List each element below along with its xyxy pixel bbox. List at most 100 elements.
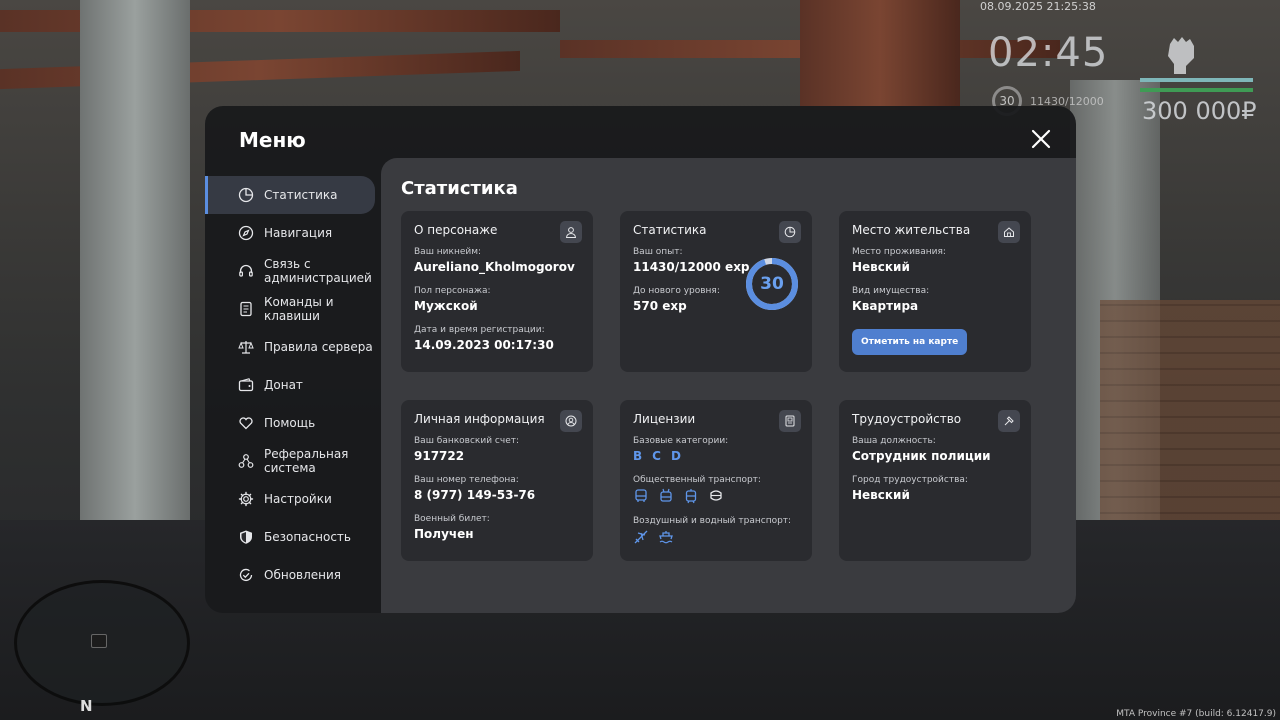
card-title: Статистика: [633, 223, 707, 237]
hud-money: 300 000₽: [1142, 97, 1257, 125]
sidebar-item-rules[interactable]: Правила сервера: [205, 328, 381, 366]
card-icon-button: [779, 221, 801, 243]
military-id-value: Получен: [414, 527, 474, 541]
field-label: Вид имущества:: [852, 286, 930, 296]
level-number: 30: [760, 274, 784, 294]
build-info: MTA Province #7 (build: 6.12417.9): [1116, 709, 1276, 719]
bus-icon: [635, 489, 647, 502]
license-category: D: [670, 449, 681, 463]
field-label: Базовые категории:: [633, 436, 729, 446]
stats-card: Статистика Ваш опыт: 11430/12000 exp До …: [620, 211, 812, 372]
home-icon: [1004, 227, 1014, 237]
user-icon: [565, 227, 577, 238]
sidebar-item-updates[interactable]: Обновления: [205, 556, 381, 594]
pie-chart-icon: [784, 226, 796, 238]
field-label: Пол персонажа:: [414, 286, 491, 296]
airplane-icon: [634, 530, 648, 544]
sidebar: Статистика Навигация Связь с администрац…: [205, 176, 381, 594]
id-card-icon: [785, 415, 795, 427]
sidebar-item-label: Настройки: [264, 492, 332, 506]
metro-icon: [710, 490, 722, 501]
card-title: Личная информация: [414, 412, 545, 426]
card-icon-button: [779, 410, 801, 432]
hud-clock: 02:45: [988, 30, 1109, 76]
sidebar-item-referral[interactable]: Реферальная система: [205, 442, 381, 480]
sidebar-item-commands[interactable]: Команды и клавиши: [205, 290, 381, 328]
field-label: Ваш опыт:: [633, 247, 683, 257]
minimap-north: N: [80, 697, 93, 715]
property-value: Квартира: [852, 299, 919, 313]
field-label: Военный билет:: [414, 514, 490, 524]
air-water-transport-icons: [633, 529, 799, 545]
user-circle-icon: [565, 415, 577, 427]
field-label: Дата и время регистрации:: [414, 325, 545, 335]
sidebar-item-admin-contact[interactable]: Связь с администрацией: [205, 252, 381, 290]
headset-icon: [239, 264, 253, 277]
scales-icon: [238, 341, 254, 354]
sidebar-item-help[interactable]: Помощь: [205, 404, 381, 442]
minimap-player-icon: [91, 634, 107, 648]
employment-city-value: Невский: [852, 488, 910, 502]
sidebar-item-security[interactable]: Безопасность: [205, 518, 381, 556]
trolleybus-icon: [660, 488, 672, 502]
sidebar-item-label: Обновления: [264, 568, 342, 582]
sidebar-item-label: Реферальная система: [264, 447, 349, 475]
field-label: Ваш никнейм:: [414, 247, 482, 257]
gear-icon: [238, 491, 254, 507]
hud-datetime: 08.09.2025 21:25:38: [980, 0, 1096, 13]
gender-value: Мужской: [414, 299, 478, 313]
card-icon-button: [560, 410, 582, 432]
card-title: О персонаже: [414, 223, 498, 237]
menu-title: Меню: [239, 128, 306, 152]
field-label: Город трудоустройства:: [852, 475, 968, 485]
sidebar-item-label: Помощь: [264, 416, 316, 430]
field-label: Воздушный и водный транспорт:: [633, 516, 792, 526]
card-icon-button: [998, 221, 1020, 243]
menu-window: Меню Статистика Навигация Связь с админи…: [205, 106, 1076, 613]
residence-value: Невский: [852, 260, 910, 274]
licenses-card: Лицензии Базовые категории: B C D Общест…: [620, 400, 812, 561]
sidebar-item-settings[interactable]: Настройки: [205, 480, 381, 518]
card-icon-button: [560, 221, 582, 243]
card-title: Место жительства: [852, 223, 971, 237]
sidebar-item-label: Команды и клавиши: [264, 295, 334, 323]
hammer-icon: [1004, 416, 1014, 426]
phone-value: 8 (977) 149-53-76: [414, 488, 536, 502]
wallet-icon: [238, 378, 254, 392]
document-icon: [240, 301, 252, 317]
content-title: Статистика: [401, 178, 518, 199]
character-card: О персонаже Ваш никнейм: Aureliano_Kholm…: [401, 211, 593, 372]
sidebar-item-navigation[interactable]: Навигация: [205, 214, 381, 252]
sidebar-item-donate[interactable]: Донат: [205, 366, 381, 404]
sidebar-item-label: Правила сервера: [264, 340, 373, 354]
license-category: B: [633, 449, 643, 463]
network-icon: [238, 454, 254, 468]
mark-on-map-button[interactable]: Отметить на карте: [852, 329, 968, 355]
employment-card: Трудоустройство Ваша должность: Сотрудни…: [839, 400, 1031, 561]
heart-hand-icon: [239, 417, 253, 430]
shield-icon: [240, 530, 252, 544]
card-title: Лицензии: [633, 412, 696, 426]
sidebar-item-label: Безопасность: [264, 530, 351, 544]
bank-account-value: 917722: [414, 449, 465, 463]
residence-card: Место жительства Место проживания: Невск…: [839, 211, 1031, 372]
license-category: C: [652, 449, 661, 463]
compass-icon: [238, 225, 254, 241]
registration-value: 14.09.2023 00:17:30: [414, 338, 554, 352]
close-icon[interactable]: [1030, 128, 1052, 150]
pie-chart-icon: [238, 187, 254, 203]
personal-info-card: Личная информация Ваш банковский счет: 9…: [401, 400, 593, 561]
check-refresh-icon: [239, 568, 253, 582]
sidebar-item-label: Донат: [264, 378, 303, 392]
card-icon-button: [998, 410, 1020, 432]
fist-icon: [1168, 37, 1194, 74]
position-value: Сотрудник полиции: [852, 449, 991, 463]
sidebar-item-statistics[interactable]: Статистика: [205, 176, 375, 214]
license-categories: B C D: [633, 449, 799, 463]
card-title: Трудоустройство: [852, 412, 962, 426]
hud-armor-bar: [1140, 88, 1253, 92]
tram-icon: [685, 489, 697, 504]
nickname-value: Aureliano_Kholmogorov: [414, 260, 575, 274]
sidebar-item-label: Связь с администрацией: [264, 257, 372, 285]
sidebar-item-label: Навигация: [264, 226, 333, 240]
